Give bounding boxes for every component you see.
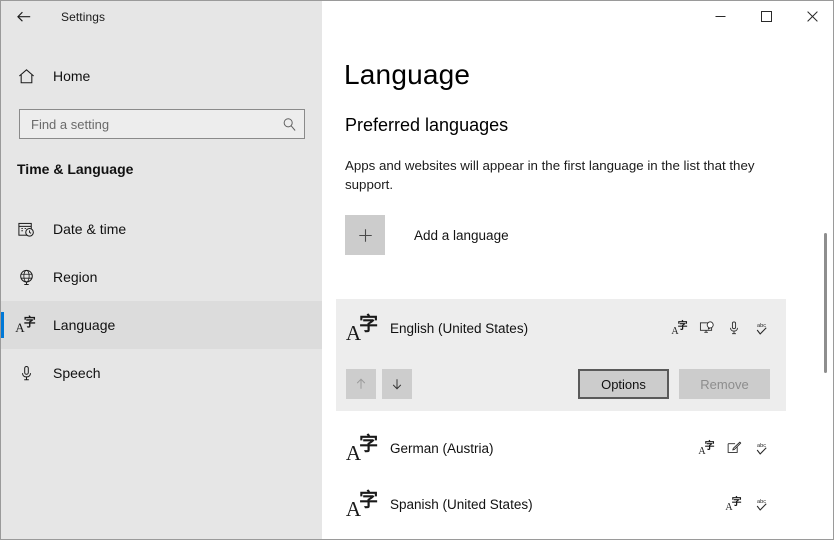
spellcheck-icon: abc <box>752 319 770 337</box>
spellcheck-icon: abc <box>752 439 770 457</box>
maximize-button[interactable] <box>743 1 789 32</box>
language-icon: A字 <box>345 488 379 521</box>
page-title: Language <box>344 59 471 90</box>
language-icon: A字 <box>345 312 379 345</box>
language-row-spanish[interactable]: A字 Spanish (United States) A字 abc <box>336 477 786 531</box>
sidebar-item-language[interactable]: A字 Language <box>1 301 322 349</box>
language-pack-icon: A字 <box>671 321 688 337</box>
language-icon: A字 <box>345 432 379 465</box>
language-card-selected[interactable]: A字 English (United States) A字 abc Option… <box>336 299 786 411</box>
section-heading: Preferred languages <box>345 115 509 135</box>
language-card-actions: Options Remove <box>336 357 786 411</box>
sidebar-item-speech[interactable]: Speech <box>1 349 322 397</box>
home-icon <box>5 67 47 86</box>
selection-accent-bar <box>1 312 4 338</box>
language-row-german[interactable]: A字 German (Austria) A字 abc <box>336 421 786 475</box>
search-box[interactable] <box>19 109 305 139</box>
sidebar-nav-list: Date & time Region A字 Language Speech <box>1 205 322 397</box>
spellcheck-icon: abc <box>752 495 770 513</box>
sidebar-item-label: Speech <box>53 365 101 381</box>
home-label: Home <box>53 68 91 84</box>
move-up-button[interactable] <box>346 369 376 399</box>
language-pack-icon: A字 <box>725 497 742 513</box>
sidebar-item-label: Date & time <box>53 221 127 237</box>
add-language-button[interactable]: Add a language <box>345 215 509 255</box>
language-row-header: A字 English (United States) A字 abc <box>336 299 786 357</box>
content-scrollbar[interactable] <box>818 33 832 539</box>
section-description: Apps and websites will appear in the fir… <box>345 158 755 192</box>
calendar-clock-icon <box>5 220 47 239</box>
back-button[interactable] <box>1 2 47 33</box>
search-input[interactable] <box>31 116 280 132</box>
language-feature-icons: A字 abc <box>698 439 786 457</box>
svg-text:abc: abc <box>756 499 765 505</box>
main-content: Language Preferred languages Apps and we… <box>322 33 833 539</box>
move-down-button[interactable] <box>382 369 412 399</box>
sidebar-item-label: Language <box>53 317 116 333</box>
globe-icon <box>5 268 47 287</box>
minimize-button[interactable] <box>697 1 743 32</box>
sidebar-item-home[interactable]: Home <box>1 59 322 93</box>
settings-window: Settings Home Find a setting Time & Lang… <box>0 0 834 540</box>
move-buttons <box>346 369 412 399</box>
language-feature-icons: A字 abc <box>671 319 786 337</box>
title-bar-left: Settings <box>1 1 105 33</box>
close-button[interactable] <box>789 1 833 32</box>
caption-buttons <box>697 1 833 33</box>
options-button[interactable]: Options <box>578 369 669 399</box>
microphone-icon <box>5 364 47 383</box>
title-bar: Settings <box>1 1 833 33</box>
display-language-icon <box>698 319 716 337</box>
scrollbar-thumb[interactable] <box>824 233 827 373</box>
language-icon: A字 <box>15 315 36 335</box>
language-feature-icons: A字 abc <box>725 495 786 513</box>
language-name: German (Austria) <box>390 440 494 456</box>
sidebar: Home Time & Language <box>1 1 322 539</box>
speech-icon <box>725 319 743 337</box>
add-language-label: Add a language <box>414 227 509 243</box>
plus-icon <box>345 215 385 255</box>
sidebar-item-label: Region <box>53 269 98 285</box>
language-name: English (United States) <box>390 320 529 336</box>
handwriting-icon <box>725 439 743 457</box>
search-icon[interactable] <box>280 117 298 132</box>
search-container <box>19 109 305 139</box>
language-name: Spanish (United States) <box>390 496 533 512</box>
svg-text:abc: abc <box>756 443 765 449</box>
svg-text:abc: abc <box>756 323 765 329</box>
app-title: Settings <box>61 10 106 24</box>
sidebar-category-title: Time & Language <box>17 161 134 177</box>
language-pack-icon: A字 <box>698 441 715 457</box>
sidebar-content: Home Time & Language <box>1 33 322 539</box>
language-action-buttons: Options Remove <box>578 369 786 399</box>
sidebar-item-region[interactable]: Region <box>1 253 322 301</box>
sidebar-item-date-time[interactable]: Date & time <box>1 205 322 253</box>
remove-button[interactable]: Remove <box>679 369 770 399</box>
